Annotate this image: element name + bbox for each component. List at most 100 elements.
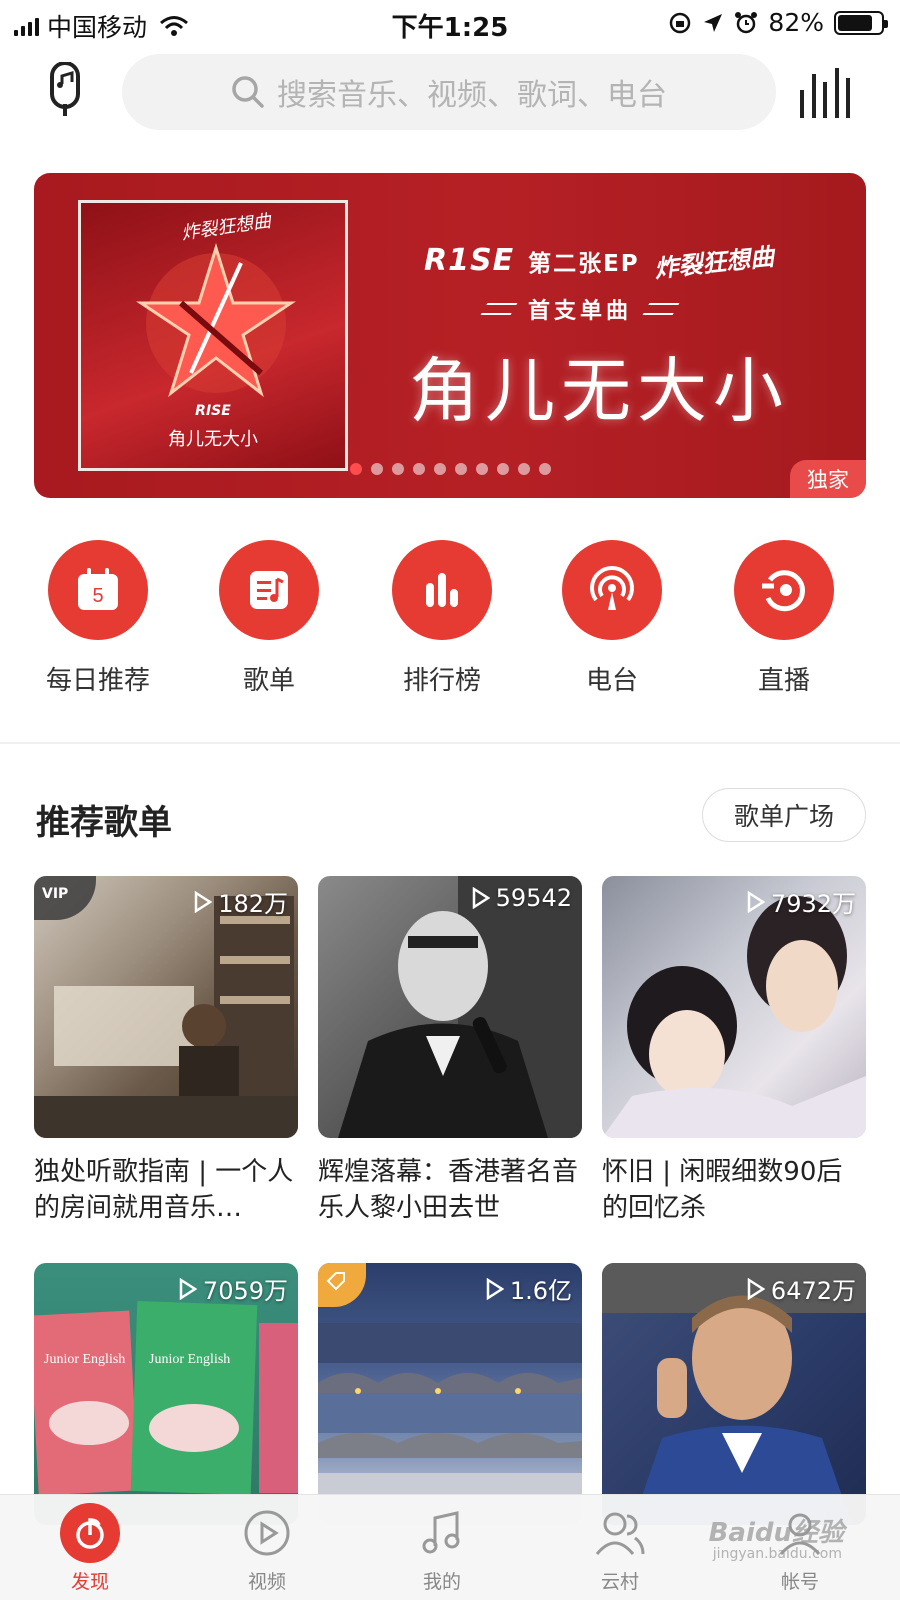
category-daily[interactable]: 5 每日推荐 [10,540,186,697]
playlist-icon [250,571,288,609]
equalizer-icon [800,90,804,118]
banner-ep-label: 第二张EP [528,250,640,277]
category-label: 歌单 [242,666,295,696]
category-playlist[interactable]: 歌单 [181,540,357,697]
watermark-url: jingyan.baidu.com [712,1546,842,1562]
banner-song-title: 角儿无大小 [409,350,789,432]
play-count: 1.6亿 [486,1271,572,1306]
category-radio[interactable]: 电台 [524,540,700,697]
playlist-card[interactable]: VIP 182万 独处听歌指南 | 一个人的房间就用音乐… [34,876,298,1226]
playlist-card[interactable]: 7932万 怀旧 | 闲暇细数90后的回忆杀 [602,876,866,1226]
play-icon [472,887,490,909]
playlist-plaza-button[interactable]: 歌单广场 [702,788,866,842]
svg-text:Junior English: Junior English [44,1352,125,1367]
playlist-card[interactable]: Junior English Junior English 7059万 [34,1263,298,1525]
decoration-left [480,303,518,315]
category-live[interactable]: 直播 [696,540,872,697]
playlist-card[interactable]: 1.6亿 [318,1263,582,1525]
play-count: 59542 [472,884,572,912]
nav-discover[interactable]: 发现 [30,1503,150,1594]
play-count: 6472万 [747,1271,856,1306]
play-count-value: 59542 [495,884,572,912]
playlist-cover: Junior English Junior English 7059万 [34,1263,298,1525]
nav-video[interactable]: 视频 [207,1503,327,1594]
carousel-dot[interactable] [350,463,362,475]
carousel-dot[interactable] [392,463,404,475]
playlist-cover: 6472万 [602,1263,866,1525]
play-count-value: 1.6亿 [509,1277,572,1305]
watermark-logo: Baidu经验 [708,1518,844,1548]
discover-icon [76,1518,104,1549]
section-title: 推荐歌单 [36,803,172,843]
category-label: 排行榜 [402,666,481,696]
carousel-dot[interactable] [413,463,425,475]
search-bar[interactable]: 搜索音乐、视频、歌词、电台 [122,54,776,130]
search-placeholder: 搜索音乐、视频、歌词、电台 [277,78,667,113]
play-count-value: 6472万 [770,1277,856,1305]
voice-search-button[interactable] [40,61,90,120]
playlist-cover: 59542 [318,876,582,1138]
playlist-title: 辉煌落幕：香港著名音乐人黎小田去世 [318,1157,579,1223]
calendar-day: 5 [92,585,103,607]
cover-title: 角儿无大小 [168,429,258,450]
category-label: 每日推荐 [45,666,150,696]
cover-brand: RISE [195,403,231,419]
now-playing-button[interactable] [800,68,850,118]
banner-album-script: 炸裂狂想曲 [652,242,776,284]
category-row: 5 每日推荐 歌单 排行榜 电台 直播 [0,540,900,696]
play-icon [179,1277,197,1300]
carousel-dot[interactable] [476,463,488,475]
carousel-dot[interactable] [518,463,530,475]
album-cover: 炸裂狂想曲 RISE 角儿无大小 [78,200,348,471]
nav-mine[interactable]: 我的 [382,1503,502,1594]
tag-icon [326,1272,345,1291]
section-divider [0,742,900,744]
category-label: 电台 [585,666,638,696]
playlist-cover: 1.6亿 [318,1263,582,1525]
calendar-icon: 5 [78,568,118,610]
carousel-dot[interactable] [434,463,446,475]
play-count-value: 182万 [218,890,288,918]
alarm-icon [735,11,758,33]
svg-text:Junior English: Junior English [149,1352,230,1367]
nav-community[interactable]: 云村 [560,1503,680,1594]
friends-icon [595,1512,645,1555]
category-charts[interactable]: 排行榜 [354,540,530,697]
radio-icon [590,566,634,610]
cover-art-portrait [338,876,582,1138]
location-icon [704,13,723,32]
nav-label: 发现 [70,1571,109,1593]
battery-icon [834,10,888,35]
carousel-dot[interactable] [497,463,509,475]
carousel-dot[interactable] [371,463,383,475]
playlist-title: 怀旧 | 闲暇细数90后的回忆杀 [602,1157,843,1223]
top-header: 搜索音乐、视频、歌词、电台 [0,50,900,134]
cover-album-script: 炸裂狂想曲 [180,210,273,245]
playlist-title: 独处听歌指南 | 一个人的房间就用音乐… [34,1157,294,1223]
carousel-dot[interactable] [455,463,467,475]
album-art-star-icon [136,243,296,398]
nav-label: 我的 [422,1571,461,1593]
carousel-dot[interactable] [539,463,551,475]
playlist-card[interactable]: 6472万 [602,1263,866,1525]
play-count: 7059万 [179,1271,288,1306]
play-icon [747,1277,765,1300]
playlist-card[interactable]: 59542 辉煌落幕：香港著名音乐人黎小田去世 [318,876,582,1226]
microphone-icon [50,61,80,116]
play-icon [747,890,765,913]
carousel-indicator[interactable] [350,463,551,475]
playlist-cover: 7932万 [602,876,866,1138]
category-label: 直播 [757,666,810,696]
promo-banner[interactable]: 炸裂狂想曲 RISE 角儿无大小 R1SE 第二张EP 炸裂狂想曲 首支单曲 角… [34,173,866,498]
banner-brand: R1SE [424,243,515,278]
video-icon [244,1510,290,1556]
play-icon [194,890,213,913]
battery-percent: 82% [768,8,824,37]
decoration-right [642,303,680,315]
play-count-value: 7932万 [770,890,856,918]
chart-icon [426,573,458,607]
banner-subtitle: 首支单曲 [528,299,633,324]
rotation-lock-icon [670,12,691,33]
status-bar: 中国移动 下午1:25 82% [0,0,900,46]
nav-label: 云村 [600,1571,639,1593]
